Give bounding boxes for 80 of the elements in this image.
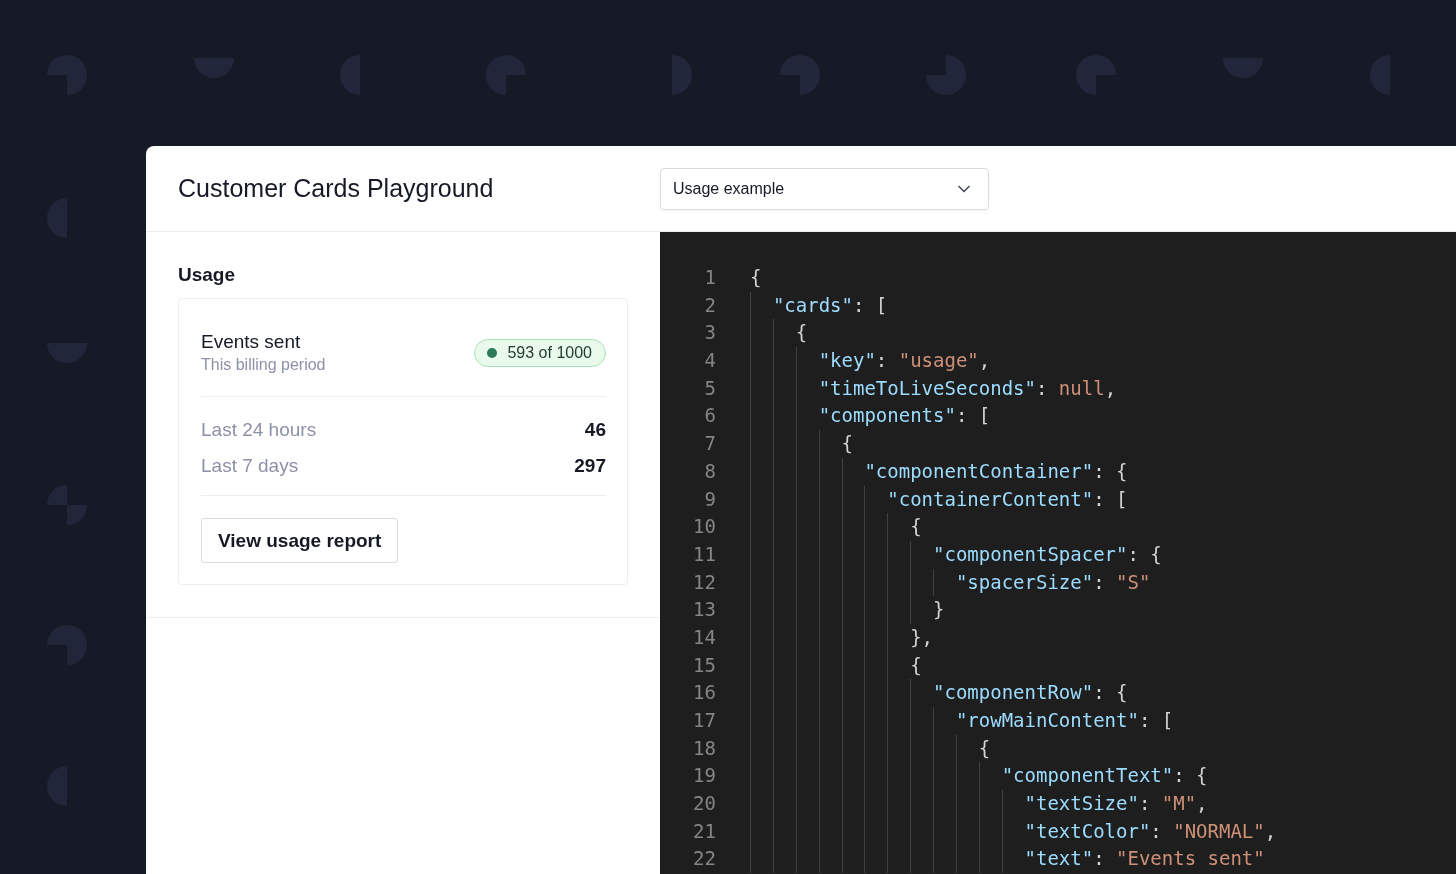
line-number: 11	[692, 541, 716, 567]
code-token: "rowMainContent"	[955, 708, 1139, 733]
line-number: 6	[703, 403, 716, 429]
line-number: 1	[703, 265, 716, 290]
card-subtitle: This billing period	[201, 356, 326, 374]
code-token: {	[750, 265, 762, 290]
line-number: 8	[703, 458, 716, 484]
code-token: : [	[1093, 486, 1128, 512]
code-token: : {	[1093, 680, 1128, 706]
section-heading: Usage	[178, 264, 237, 286]
code-token: "spacerSize"	[955, 569, 1094, 595]
line-number: 12	[692, 569, 716, 595]
stat-label: Last 24 hours	[201, 419, 317, 441]
line-number: 13	[692, 597, 716, 623]
code-token: :	[1150, 818, 1163, 844]
code-token: "usage"	[898, 348, 979, 374]
code-token: : {	[1127, 541, 1162, 567]
code-token: "text"	[1024, 846, 1094, 872]
line-number: 4	[703, 348, 716, 374]
view-report-button[interactable]: View usage report	[201, 518, 399, 563]
code-token: "M"	[1161, 791, 1197, 817]
code-token: :	[875, 348, 889, 374]
code-token: ,	[1196, 791, 1208, 817]
window-title: Customer Cards Playground	[178, 174, 495, 203]
line-number: 16	[692, 680, 716, 706]
code-token: "NORMAL"	[1173, 818, 1265, 844]
code-token: "key"	[818, 348, 876, 374]
line-number: 17	[692, 708, 716, 733]
line-number: 9	[703, 486, 716, 512]
code-token: "componentSpacer"	[933, 541, 1128, 567]
code-token: :	[1093, 569, 1106, 595]
line-number: 22	[692, 846, 716, 872]
code-token: :	[1035, 375, 1049, 401]
line-number: 18	[692, 735, 716, 761]
code-token: "componentRow"	[933, 680, 1094, 706]
line-number: 5	[703, 375, 716, 401]
line-number: 2	[703, 292, 716, 318]
code-token: : [	[1138, 708, 1174, 733]
code-token: {	[795, 320, 808, 346]
line-number: 7	[703, 431, 716, 457]
line-number: 14	[692, 624, 716, 650]
stat-value: 297	[574, 455, 606, 477]
line-number: 20	[692, 791, 716, 817]
badge-text: 593 of 1000	[507, 343, 592, 362]
line-number: 10	[692, 514, 716, 540]
code-token: },	[910, 624, 933, 650]
code-token: }	[933, 597, 945, 623]
code-token: : [	[955, 403, 991, 429]
code-token: "textSize"	[1024, 791, 1139, 817]
status-dot-icon	[487, 347, 498, 358]
code-token: {	[910, 514, 922, 540]
code-token: : {	[1093, 458, 1128, 484]
code-token: ,	[1264, 818, 1277, 844]
stat-label: Last 7 days	[201, 455, 299, 477]
code-token: "cards"	[772, 292, 853, 318]
code-token: "Events sent"	[1116, 846, 1265, 872]
code-token: null	[1058, 375, 1105, 401]
code-token: "componentText"	[1001, 763, 1174, 789]
line-number: 21	[692, 818, 716, 844]
code-token: "containerContent"	[887, 486, 1094, 512]
code-token: ,	[978, 348, 991, 374]
code-token: :	[1093, 846, 1106, 872]
code-token: :	[1138, 791, 1152, 817]
example-select[interactable]: Usage example	[660, 167, 989, 210]
code-token: : [	[852, 292, 888, 318]
card-title: Events sent	[201, 331, 302, 353]
line-number: 15	[692, 652, 716, 678]
code-token: {	[978, 735, 991, 761]
stat-value: 46	[584, 419, 606, 441]
code-token: ,	[1104, 375, 1117, 401]
code-token: {	[841, 431, 853, 457]
code-token: {	[910, 652, 922, 678]
code-token: "timeToLiveSeconds"	[818, 375, 1036, 401]
code-token: "S"	[1116, 569, 1151, 595]
line-number: 19	[692, 763, 716, 789]
code-token: "textColor"	[1024, 818, 1151, 844]
code-token: "componentContainer"	[864, 458, 1094, 484]
line-number: 3	[703, 320, 716, 346]
code-token: : {	[1173, 763, 1208, 789]
code-token: "components"	[818, 403, 956, 429]
